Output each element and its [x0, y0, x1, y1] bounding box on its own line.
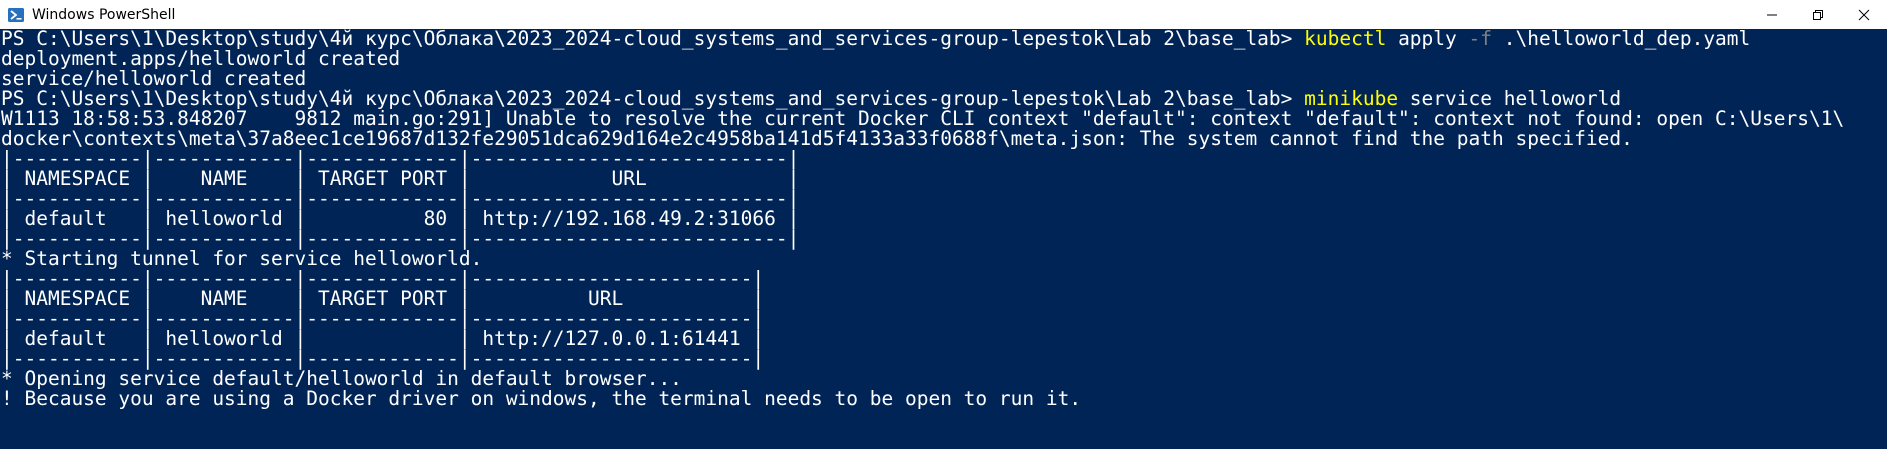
powershell-icon: [8, 7, 24, 22]
terminal-line: | default | helloworld | 80 | http://192…: [0, 209, 1887, 229]
minimize-button[interactable]: [1749, 0, 1795, 29]
command-token: kubectl: [1304, 29, 1387, 50]
window-title: Windows PowerShell: [32, 6, 176, 23]
restore-button[interactable]: [1795, 0, 1841, 29]
title-bar[interactable]: Windows PowerShell: [0, 0, 1887, 29]
terminal-line: * Opening service default/helloworld in …: [0, 369, 1887, 389]
close-button[interactable]: [1841, 0, 1887, 29]
terminal-output[interactable]: PS C:\Users\1\Desktop\study\4й курс\Обла…: [0, 29, 1887, 449]
terminal-line: docker\contexts\meta\37a8eec1ce19687d132…: [0, 129, 1887, 149]
terminal-line: | NAMESPACE | NAME | TARGET PORT | URL |: [0, 289, 1887, 309]
terminal-line: PS C:\Users\1\Desktop\study\4й курс\Обла…: [0, 89, 1887, 109]
restore-icon: [1813, 9, 1823, 20]
terminal-line: |-----------|------------|-------------|…: [0, 189, 1887, 209]
terminal-line: * Starting tunnel for service helloworld…: [0, 249, 1887, 269]
terminal-line: |-----------|------------|-------------|…: [0, 269, 1887, 289]
window-controls: [1749, 0, 1887, 29]
terminal-line: PS C:\Users\1\Desktop\study\4й курс\Обла…: [0, 29, 1887, 49]
terminal-line: deployment.apps/helloworld created: [0, 49, 1887, 69]
terminal-line: ! Because you are using a Docker driver …: [0, 389, 1887, 409]
terminal-line: |-----------|------------|-------------|…: [0, 309, 1887, 329]
terminal-line: | default | helloworld | | http://127.0.…: [0, 329, 1887, 349]
text-token: apply: [1386, 29, 1469, 50]
terminal-line: |-----------|------------|-------------|…: [0, 349, 1887, 369]
text-token: ! Because you are using a Docker driver …: [1, 387, 1082, 410]
terminal-line: | NAMESPACE | NAME | TARGET PORT | URL |: [0, 169, 1887, 189]
terminal-line: |-----------|------------|-------------|…: [0, 229, 1887, 249]
parameter-token: -f: [1468, 29, 1492, 50]
text-token: .\helloworld_dep.yaml: [1492, 29, 1751, 50]
close-icon: [1858, 9, 1870, 20]
terminal-line: service/helloworld created: [0, 69, 1887, 89]
minimize-icon: [1767, 14, 1777, 15]
terminal-line: |-----------|------------|-------------|…: [0, 149, 1887, 169]
terminal-line: W1113 18:58:53.848207 9812 main.go:291] …: [0, 109, 1887, 129]
